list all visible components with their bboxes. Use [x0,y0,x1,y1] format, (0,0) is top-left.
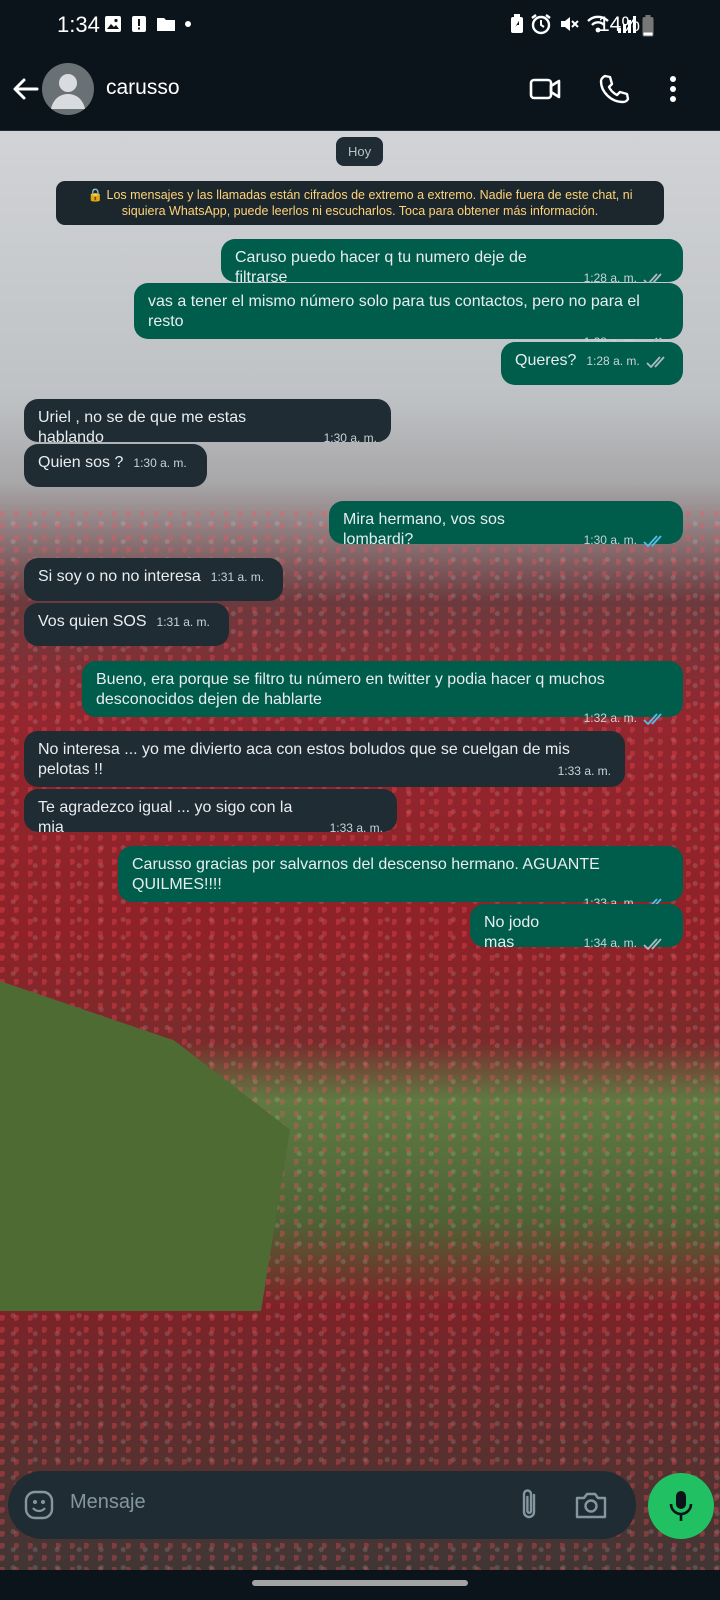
notification-icons [104,15,192,33]
message-time: 1:31 a. m. [156,615,210,629]
message-text: No interesa ... yo me divierto aca con e… [38,741,570,778]
message-bubble-outgoing[interactable]: No jodo mas 1:34 a. m. [470,904,683,951]
message-time: 1:34 a. m. [584,933,669,953]
message-bubble-outgoing[interactable]: vas a tener el mismo número solo para tu… [134,283,683,350]
message-bubble-incoming[interactable]: Vos quien SOS 1:31 a. m. [24,603,229,646]
more-options-icon[interactable] [658,72,688,106]
message-time: 1:30 a. m. [323,431,377,445]
message-input[interactable]: Mensaje [70,1491,146,1514]
message-bubble-outgoing[interactable]: Bueno, era porque se filtro tu número en… [82,661,683,726]
battery-saver-icon [511,14,523,33]
message-text: Vos quien SOS [38,613,147,630]
voice-call-icon[interactable] [597,72,631,106]
message-bubble-outgoing[interactable]: Queres? 1:28 a. m. [501,342,683,385]
message-bubble-incoming[interactable]: Quien sos ? 1:30 a. m. [24,444,207,487]
voice-message-button[interactable] [648,1473,714,1539]
message-text: Mira hermano, vos sos lombardi? [343,511,505,548]
video-call-icon[interactable] [528,72,562,106]
status-bar: 1:34 14% [0,0,720,52]
encryption-notice[interactable]: 🔒 Los mensajes y las llamadas están cifr… [56,181,664,225]
message-input-container[interactable]: Mensaje [8,1471,636,1539]
message-text: Carusso gracias por salvarnos del descen… [132,856,600,893]
image-icon [105,16,121,32]
delivered-ticks-icon [643,938,662,951]
message-time: 1:33 a. m. [557,764,611,778]
message-bubble-incoming[interactable]: Te agradezco igual ... yo sigo con la mi… [24,789,397,836]
delivered-ticks-icon [646,356,665,369]
dot-icon [185,21,191,27]
read-ticks-icon [643,535,662,548]
chat-header: carusso [0,52,720,131]
message-text: Bueno, era porque se filtro tu número en… [96,671,605,708]
message-time: 1:33 a. m. [329,821,383,835]
folder-icon [157,18,175,31]
contact-avatar[interactable] [42,63,94,115]
message-time: 1:31 a. m. [210,570,265,584]
default-avatar-icon [51,74,85,109]
battery-level: 14% [597,13,640,36]
message-time: 1:30 a. m. [584,530,669,550]
message-text: Queres? [515,352,577,369]
contact-name[interactable]: carusso [106,76,180,100]
system-nav-bar [0,1570,720,1600]
date-chip: Hoy [336,137,384,166]
message-text: Caruso puedo hacer q tu numero deje de f… [235,249,527,286]
sticker-emoji-icon[interactable] [23,1489,55,1521]
message-bubble-incoming[interactable]: Uriel , no se de que me estas hablando 1… [24,399,391,446]
read-ticks-icon [643,713,662,726]
composer-bar: Mensaje [0,1471,720,1571]
message-time: 1:30 a. m. [133,456,187,470]
message-bubble-incoming[interactable]: No interesa ... yo me divierto aca con e… [24,731,625,787]
message-bubble-outgoing[interactable]: Carusso gracias por salvarnos del descen… [118,846,683,911]
message-bubble-incoming[interactable]: Si soy o no no interesa 1:31 a. m. [24,558,283,601]
chat-area[interactable]: Hoy 🔒 Los mensajes y las llamadas están … [0,131,720,1600]
message-text: vas a tener el mismo número solo para tu… [148,293,640,330]
alarm-icon [531,14,551,35]
message-bubble-outgoing[interactable]: Caruso puedo hacer q tu numero deje de f… [221,239,683,286]
message-text: Quien sos ? [38,454,124,471]
mute-icon [561,17,579,31]
home-gesture-handle[interactable] [252,1580,468,1586]
microphone-icon [669,1491,693,1521]
battery-icon [642,15,654,37]
message-text: Te agradezco igual ... yo sigo con la mi… [38,799,293,836]
camera-icon[interactable] [574,1489,608,1521]
attach-icon[interactable] [514,1487,544,1523]
back-arrow-icon[interactable] [10,74,40,104]
status-time: 1:34 [57,12,100,37]
message-text: Uriel , no se de que me estas hablando [38,409,247,446]
message-bubble-outgoing[interactable]: Mira hermano, vos sos lombardi? 1:30 a. … [329,501,683,548]
message-text: Si soy o no no interesa [38,568,201,585]
message-time: 1:32 a. m. [96,708,669,728]
alert-icon [132,16,146,32]
message-time: 1:28 a. m. [586,351,671,371]
message-text: No jodo mas [484,914,540,951]
